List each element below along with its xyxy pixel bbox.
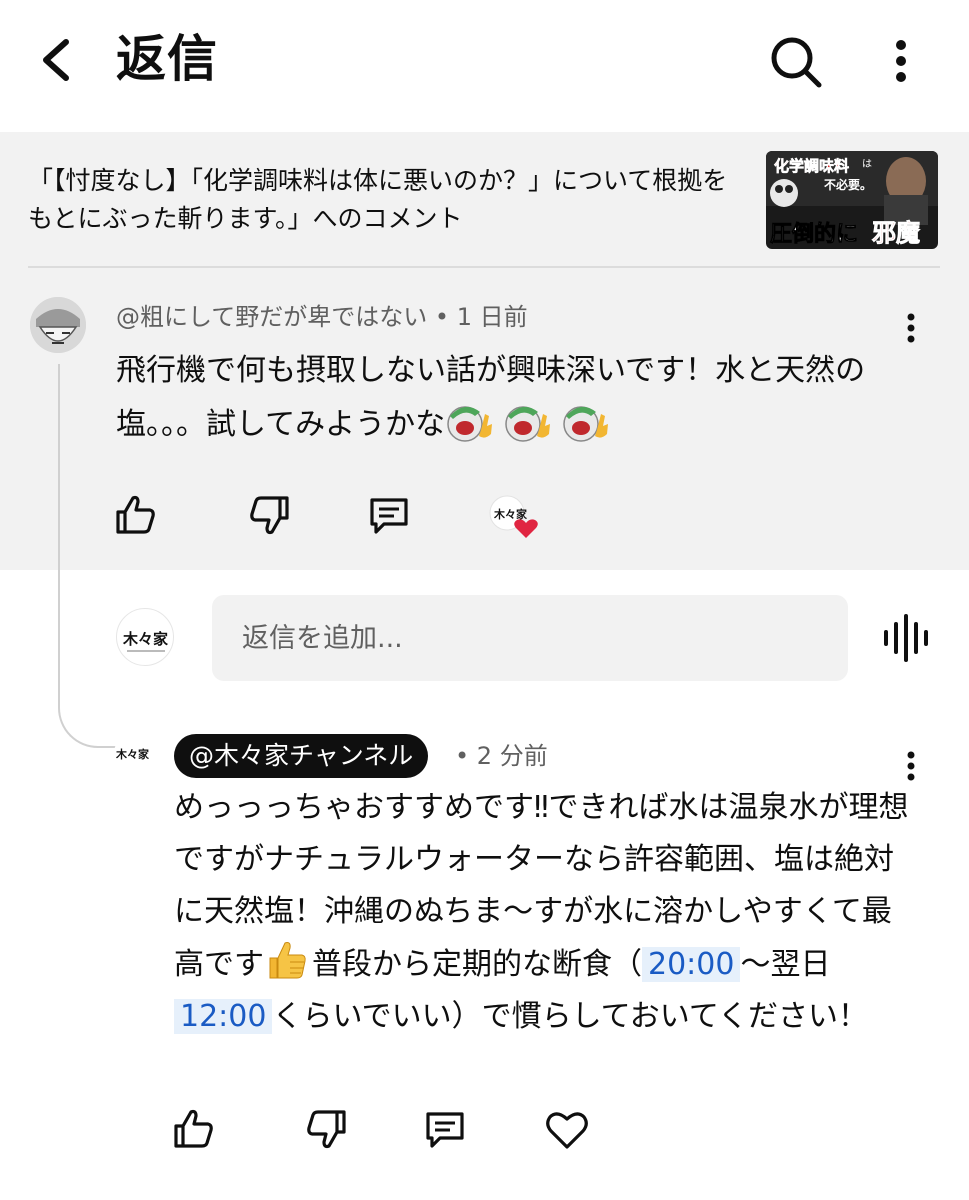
- search-icon: [771, 37, 822, 88]
- meta-separator: •: [434, 303, 457, 331]
- reply-time-value: 2 分前: [476, 742, 548, 770]
- creator-heart-badge[interactable]: 木々家: [488, 492, 540, 542]
- page-title: 返信: [116, 30, 218, 88]
- meta-separator: •: [455, 742, 477, 770]
- reply-text-part4: くらいでいい）で慣らしておいてください！: [272, 999, 868, 1034]
- video-thumbnail[interactable]: 化学調味料 は 不必要。 圧倒的に 邪魔: [766, 151, 938, 249]
- dislike-icon: [250, 496, 289, 535]
- search-button[interactable]: [768, 34, 824, 90]
- heart-icon: [546, 1112, 588, 1149]
- timestamp-link[interactable]: 20:00: [642, 947, 741, 982]
- dislike-button[interactable]: [245, 490, 295, 540]
- more-options-button[interactable]: [880, 34, 922, 90]
- avatar[interactable]: [30, 297, 86, 353]
- timestamp-link[interactable]: 12:00: [174, 999, 273, 1034]
- manga-face-avatar-icon: [30, 297, 86, 353]
- back-button[interactable]: [30, 30, 86, 90]
- heart-button[interactable]: [542, 1104, 592, 1154]
- more-vert-icon: [896, 40, 906, 82]
- like-button[interactable]: [110, 490, 160, 540]
- thumb-text-top: 化学調味料: [774, 157, 849, 175]
- dislike-icon: [307, 1110, 346, 1149]
- dislike-button[interactable]: [302, 1104, 352, 1154]
- voice-search-button[interactable]: [880, 612, 932, 664]
- more-vert-icon: [907, 751, 915, 781]
- reply-text-part2: 普段から定期的な断食（: [312, 947, 642, 982]
- my-avatar: 木々家: [116, 608, 174, 666]
- thumb-text-small2: 不必要。: [824, 177, 872, 192]
- thumb-text-red: 邪魔: [871, 219, 920, 247]
- reply-icon: [370, 498, 408, 534]
- reply-text-part3: 〜翌日: [740, 947, 831, 982]
- creator-heart-icon: 木々家: [489, 495, 538, 538]
- like-icon: [116, 495, 155, 534]
- thumb-text-small1: は: [862, 158, 872, 170]
- reply-button[interactable]: [364, 490, 414, 540]
- thumbs-up-emoji-icon: [266, 938, 308, 982]
- channel-logo-icon: 木々家: [122, 630, 168, 652]
- reply-more-button[interactable]: [896, 746, 926, 786]
- my-avatar-text: 木々家: [122, 630, 168, 648]
- video-thumbnail-image: 化学調味料 は 不必要。 圧倒的に 邪魔: [766, 151, 938, 249]
- creator-handle-badge[interactable]: @木々家チャンネル: [174, 734, 429, 778]
- comment-text: 飛行機で何も摂取しない話が興味深いです！水と天然の塩。。。試してみようかな: [116, 344, 896, 452]
- custom-emoji-icon: [561, 400, 611, 444]
- like-icon: [174, 1109, 213, 1148]
- comment-author[interactable]: @粗にして野だが卑ではない: [116, 303, 427, 331]
- comment-time: 1 日前: [456, 303, 528, 331]
- comment-meta: @粗にして野だが卑ではない • 1 日前: [116, 300, 528, 334]
- custom-emoji-icon: [503, 400, 553, 444]
- reply-input[interactable]: [212, 595, 848, 681]
- voice-search-icon: [884, 614, 928, 662]
- thumb-text-bottom: 圧倒的に: [770, 221, 858, 247]
- thread-line: [58, 364, 60, 694]
- avatar[interactable]: 木々家: [114, 733, 154, 773]
- custom-emoji-icon: [445, 400, 495, 444]
- more-vert-icon: [907, 313, 915, 343]
- reply-time: • 2 分前: [455, 738, 548, 774]
- comment-more-button[interactable]: [896, 308, 926, 348]
- back-arrow-icon: [43, 39, 69, 81]
- reply-avatar-text: 木々家: [115, 747, 150, 761]
- divider: [28, 266, 940, 268]
- svg-text:木々家: 木々家: [493, 507, 528, 521]
- video-title[interactable]: 「【忖度なし】「化学調味料は体に悪いのか？」について根拠をもとにぶった斬ります。…: [28, 162, 738, 238]
- reply-icon: [426, 1112, 464, 1148]
- thread-curve: [58, 692, 116, 748]
- reply-button[interactable]: [420, 1104, 470, 1154]
- like-button[interactable]: [168, 1104, 218, 1154]
- channel-logo-icon: 木々家: [115, 747, 150, 761]
- reply-text: めっっっちゃおすすめです‼︎できれば水は温泉水が理想ですがナチュラルウォーターな…: [174, 782, 919, 1043]
